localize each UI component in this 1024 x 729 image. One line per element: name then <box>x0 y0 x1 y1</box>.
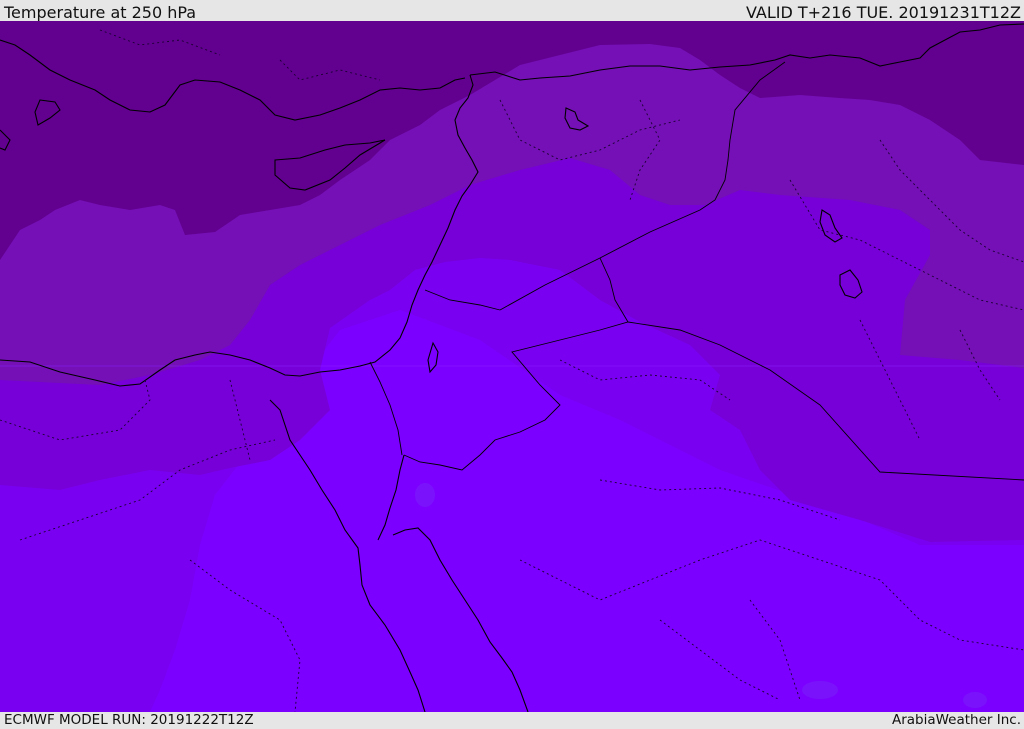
warm-pocket <box>415 483 435 507</box>
model-run: ECMWF MODEL RUN: 20191222T12Z <box>4 712 254 728</box>
warm-pocket <box>802 681 838 699</box>
temperature-map <box>0 21 1024 712</box>
map-title: Temperature at 250 hPa <box>4 3 197 22</box>
warm-pocket <box>963 692 987 708</box>
header-bar: Temperature at 250 hPa VALID T+216 TUE. … <box>0 0 1024 22</box>
credit: ArabiaWeather Inc. <box>891 712 1021 728</box>
footer-bar: ECMWF MODEL RUN: 20191222T12Z ArabiaWeat… <box>0 712 1024 729</box>
map-panel <box>0 21 1024 712</box>
valid-time: VALID T+216 TUE. 20191231T12Z <box>745 3 1021 22</box>
